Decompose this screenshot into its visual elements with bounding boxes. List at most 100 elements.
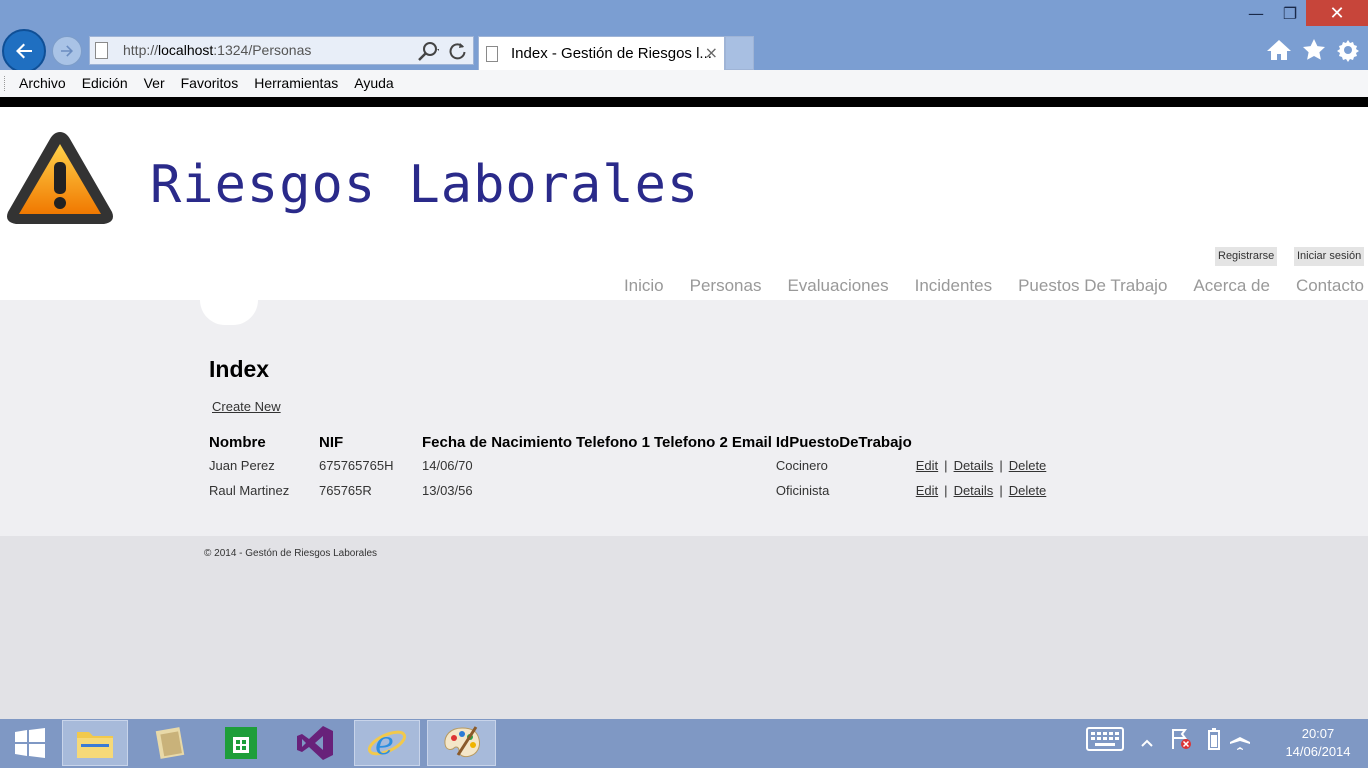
tab-close-icon[interactable]: × — [705, 43, 718, 62]
notes-app-icon — [155, 727, 185, 759]
tab-title: Index - Gestión de Riesgos l... — [511, 45, 712, 62]
col-fecha-nacimiento: Fecha de Nacimiento — [422, 433, 573, 451]
forward-button[interactable] — [52, 36, 82, 66]
nav-personas[interactable]: Personas — [690, 276, 762, 296]
cell-tel1 — [574, 478, 652, 503]
taskbar-paint[interactable] — [427, 720, 496, 766]
window-close-button[interactable]: ✕ — [1306, 0, 1368, 26]
site-footer: © 2014 - Gestón de Riesgos Laborales — [0, 536, 1368, 719]
cell-nombre: Juan Perez — [209, 458, 275, 473]
cell-puesto: Oficinista — [775, 483, 830, 498]
nav-contacto[interactable]: Contacto — [1296, 276, 1364, 296]
clock-date: 14/06/2014 — [1285, 744, 1351, 759]
taskbar-file-explorer[interactable] — [62, 720, 128, 766]
personas-table: Nombre NIF Fecha de Nacimiento Telefono … — [207, 431, 1048, 503]
cell-email — [730, 453, 774, 478]
col-telefono-1: Telefono 1 — [576, 433, 650, 451]
browser-tab-active[interactable]: Index - Gestión de Riesgos l... × — [478, 36, 725, 70]
col-nombre: Nombre — [209, 433, 266, 451]
browser-titlebar: — ❐ ✕ http://localhost:1324/Personas Ind… — [0, 0, 1368, 73]
register-link[interactable]: Registrarse — [1215, 247, 1278, 266]
table-row: Raul Martinez 765765R 13/03/56 Oficinist… — [207, 478, 1048, 503]
edit-link[interactable]: Edit — [916, 483, 938, 498]
folder-icon — [77, 732, 113, 758]
windows-taskbar: e 20:07 14/06/2014 — [0, 719, 1368, 768]
address-bar[interactable]: http://localhost:1324/Personas — [89, 36, 474, 65]
address-url[interactable]: http://localhost:1324/Personas — [123, 42, 311, 58]
warning-logo-icon — [7, 132, 113, 224]
arrow-right-icon — [61, 45, 73, 57]
details-link[interactable]: Details — [954, 483, 994, 498]
visual-studio-icon — [297, 726, 333, 760]
cell-tel2 — [652, 453, 730, 478]
delete-link[interactable]: Delete — [1009, 483, 1047, 498]
new-tab-button[interactable] — [725, 36, 754, 70]
site-title[interactable]: Riesgos Laborales — [150, 155, 699, 215]
details-link[interactable]: Details — [954, 458, 994, 473]
edit-link[interactable]: Edit — [916, 458, 938, 473]
taskbar-app-2[interactable] — [137, 720, 203, 766]
nav-puestos-de-trabajo[interactable]: Puestos De Trabajo — [1018, 276, 1167, 296]
cell-nif: 765765R — [319, 483, 372, 498]
menu-favoritos[interactable]: Favoritos — [181, 75, 239, 91]
arrow-left-icon — [16, 43, 32, 59]
cell-actions: Edit | Details | Delete — [914, 453, 1049, 478]
restore-button[interactable]: ❐ — [1276, 0, 1304, 26]
minimize-button[interactable]: — — [1242, 0, 1270, 26]
menu-edicion[interactable]: Edición — [82, 75, 128, 91]
action-separator: | — [999, 483, 1003, 498]
cell-fecha: 14/06/70 — [422, 458, 473, 473]
search-icon[interactable] — [417, 41, 439, 61]
copyright-text: © 2014 - Gestón de Riesgos Laborales — [204, 548, 378, 559]
delete-link[interactable]: Delete — [1009, 458, 1047, 473]
action-separator: | — [944, 483, 948, 498]
clock-time: 20:07 — [1301, 726, 1335, 741]
browser-menubar: Archivo Edición Ver Favoritos Herramient… — [0, 70, 1368, 98]
back-button[interactable] — [2, 29, 46, 73]
favorites-star-icon[interactable] — [1302, 38, 1326, 62]
keyboard-icon[interactable] — [1086, 727, 1124, 753]
menu-herramientas[interactable]: Herramientas — [254, 75, 338, 91]
table-row: Juan Perez 675765765H 14/06/70 Cocinero … — [207, 453, 1048, 478]
nav-inicio[interactable]: Inicio — [624, 276, 664, 296]
action-separator: | — [999, 458, 1003, 473]
menu-ayuda[interactable]: Ayuda — [354, 75, 393, 91]
col-telefono-2: Telefono 2 — [653, 433, 728, 451]
col-actions — [914, 431, 1049, 453]
taskbar-internet-explorer[interactable]: e — [354, 720, 420, 766]
action-center-flag-icon[interactable] — [1170, 727, 1192, 751]
col-nif: NIF — [319, 433, 344, 451]
show-hidden-icons-chevron-icon[interactable] — [1141, 739, 1153, 747]
nav-incidentes[interactable]: Incidentes — [915, 276, 993, 296]
taskbar-clock[interactable]: 20:07 14/06/2014 — [1268, 725, 1368, 761]
nav-acerca-de[interactable]: Acerca de — [1193, 276, 1270, 296]
menu-archivo[interactable]: Archivo — [19, 75, 66, 91]
menubar-grip — [4, 76, 7, 91]
refresh-icon[interactable] — [449, 41, 467, 61]
col-email: Email — [731, 433, 772, 451]
windows-logo-icon — [15, 728, 45, 758]
nav-evaluaciones[interactable]: Evaluaciones — [787, 276, 888, 296]
cell-actions: Edit | Details | Delete — [914, 478, 1049, 503]
create-new-link[interactable]: Create New — [212, 399, 281, 414]
battery-icon[interactable] — [1207, 727, 1221, 751]
cell-tel1 — [574, 453, 652, 478]
settings-gear-icon[interactable] — [1336, 38, 1360, 62]
taskbar-store[interactable] — [208, 720, 274, 766]
airplane-mode-icon[interactable] — [1229, 727, 1251, 751]
login-link[interactable]: Iniciar sesión — [1294, 247, 1365, 266]
menu-ver[interactable]: Ver — [144, 75, 165, 91]
action-separator: | — [944, 458, 948, 473]
cell-puesto: Cocinero — [775, 458, 828, 473]
start-button[interactable] — [0, 720, 60, 766]
cell-nombre: Raul Martinez — [209, 483, 290, 498]
cell-tel2 — [652, 478, 730, 503]
home-icon[interactable] — [1266, 38, 1292, 62]
svg-text:e: e — [375, 724, 394, 762]
page-icon — [486, 46, 498, 62]
store-icon — [225, 727, 257, 759]
taskbar-visual-studio[interactable] — [282, 720, 348, 766]
page-top-border — [0, 97, 1368, 107]
internet-explorer-icon: e — [367, 724, 407, 762]
cell-nif: 675765765H — [319, 458, 394, 473]
